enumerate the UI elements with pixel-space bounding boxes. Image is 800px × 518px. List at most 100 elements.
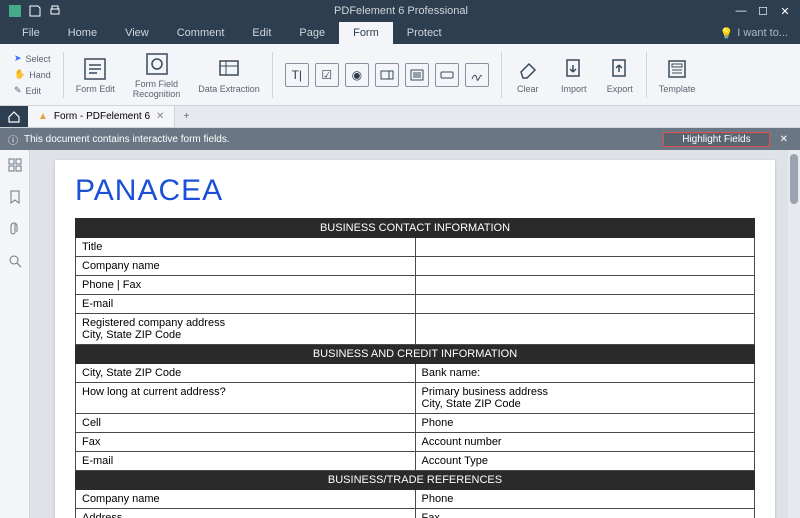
field-label: Title — [76, 238, 416, 257]
bulb-icon: 💡 — [720, 27, 734, 40]
tab-label: Form - PDFelement 6 — [54, 111, 150, 122]
template-button[interactable]: Template — [653, 48, 702, 101]
field-label: Account Type — [415, 452, 755, 471]
button-tool[interactable] — [435, 63, 459, 87]
i-want-to[interactable]: 💡 I want to... — [720, 27, 800, 40]
hand-label: Hand — [29, 70, 51, 80]
data-extraction-button[interactable]: Data Extraction — [192, 48, 266, 101]
vertical-scrollbar[interactable] — [788, 150, 800, 518]
menu-page[interactable]: Page — [285, 22, 339, 44]
form-edit-label: Form Edit — [76, 85, 115, 95]
field-label: Company name — [76, 257, 416, 276]
brand-heading: PANACEA — [75, 174, 755, 208]
edit-tool[interactable]: ✎ Edit — [14, 83, 41, 99]
checkbox-tool[interactable]: ☑ — [315, 63, 339, 87]
app-logo-icon[interactable] — [8, 4, 22, 18]
info-close-button[interactable]: ✕ — [776, 134, 792, 145]
form-field-recognition-button[interactable]: Form Field Recognition — [127, 48, 187, 101]
left-sidebar — [0, 150, 30, 518]
attachments-icon[interactable] — [9, 222, 21, 236]
menu-file[interactable]: File — [8, 22, 54, 44]
separator — [272, 52, 273, 98]
menu-bar: File Home View Comment Edit Page Form Pr… — [0, 22, 800, 44]
section-header: BUSINESS AND CREDIT INFORMATION — [76, 345, 755, 364]
hand-tool[interactable]: ✋ Hand — [14, 67, 51, 83]
field-label: Registered company address City, State Z… — [76, 314, 416, 345]
section-header: BUSINESS CONTACT INFORMATION — [76, 219, 755, 238]
menu-protect[interactable]: Protect — [393, 22, 456, 44]
separator — [63, 52, 64, 98]
signature-tool[interactable] — [465, 63, 489, 87]
app-title: PDFelement 6 Professional — [70, 5, 732, 17]
radio-tool[interactable]: ◉ — [345, 63, 369, 87]
ribbon: ➤ Select ✋ Hand ✎ Edit Form Edit Form Field… — [0, 44, 800, 106]
clear-label: Clear — [517, 85, 539, 95]
combo-tool[interactable] — [375, 63, 399, 87]
select-tools-group: ➤ Select ✋ Hand ✎ Edit — [8, 48, 57, 101]
highlight-fields-button[interactable]: Highlight Fields — [663, 132, 769, 147]
data-extraction-icon — [215, 55, 243, 83]
maximize-button[interactable]: ☐ — [754, 5, 772, 18]
menu-home[interactable]: Home — [54, 22, 111, 44]
field-input[interactable] — [415, 295, 755, 314]
print-icon[interactable] — [48, 4, 62, 18]
close-window-button[interactable]: ✕ — [776, 5, 794, 18]
tab-close-button[interactable]: ✕ — [156, 111, 164, 122]
menu-view[interactable]: View — [111, 22, 163, 44]
field-label: How long at current address? — [76, 383, 416, 414]
tab-strip: ▲ Form - PDFelement 6 ✕ + — [0, 106, 800, 128]
bookmarks-icon[interactable] — [9, 190, 21, 204]
select-label: Select — [26, 54, 51, 64]
field-label: Cell — [76, 414, 416, 433]
export-button[interactable]: Export — [600, 48, 640, 101]
menu-comment[interactable]: Comment — [163, 22, 239, 44]
field-label: City, State ZIP Code — [76, 364, 416, 383]
field-label: Account number — [415, 433, 755, 452]
field-tools-group: T| ☑ ◉ — [279, 48, 495, 101]
save-icon[interactable] — [28, 4, 42, 18]
import-icon — [560, 55, 588, 83]
select-tool[interactable]: ➤ Select — [14, 51, 51, 67]
menu-edit[interactable]: Edit — [238, 22, 285, 44]
minimize-button[interactable]: — — [732, 5, 750, 18]
list-tool[interactable] — [405, 63, 429, 87]
thumbnails-icon[interactable] — [8, 158, 22, 172]
field-label: Primary business address City, State ZIP… — [415, 383, 755, 414]
field-input[interactable] — [415, 314, 755, 345]
form-field-recognition-label: Form Field Recognition — [133, 80, 181, 100]
clear-button[interactable]: Clear — [508, 48, 548, 101]
document-tab[interactable]: ▲ Form - PDFelement 6 ✕ — [28, 106, 175, 127]
home-button[interactable] — [0, 106, 28, 127]
field-input[interactable] — [415, 276, 755, 295]
pencil-icon: ✎ — [14, 85, 22, 96]
document-viewport[interactable]: PANACEA BUSINESS CONTACT INFORMATION Tit… — [30, 150, 800, 518]
info-bar: ⓘ This document contains interactive for… — [0, 128, 800, 150]
data-extraction-label: Data Extraction — [198, 85, 260, 95]
scrollbar-thumb[interactable] — [790, 154, 798, 204]
text-field-tool[interactable]: T| — [285, 63, 309, 87]
export-label: Export — [607, 85, 633, 95]
menu-form[interactable]: Form — [339, 22, 393, 44]
form-table: BUSINESS CONTACT INFORMATION Title Compa… — [75, 218, 755, 518]
separator — [501, 52, 502, 98]
edit-label: Edit — [26, 86, 42, 96]
field-label: E-mail — [76, 295, 416, 314]
i-want-to-label: I want to... — [737, 27, 788, 39]
info-icon: ⓘ — [8, 132, 18, 147]
form-edit-button[interactable]: Form Edit — [70, 48, 121, 101]
search-icon[interactable] — [8, 254, 22, 268]
import-button[interactable]: Import — [554, 48, 594, 101]
separator — [646, 52, 647, 98]
field-label: Bank name: — [415, 364, 755, 383]
cursor-icon: ➤ — [14, 53, 22, 64]
field-label: Phone | Fax — [76, 276, 416, 295]
hand-icon: ✋ — [14, 69, 25, 80]
field-label: Phone — [415, 490, 755, 509]
new-tab-button[interactable]: + — [175, 111, 197, 122]
section-header: BUSINESS/TRADE REFERENCES — [76, 471, 755, 490]
field-label: Phone — [415, 414, 755, 433]
field-input[interactable] — [415, 257, 755, 276]
field-label: Company name — [76, 490, 416, 509]
field-label: Address — [76, 509, 416, 518]
field-input[interactable] — [415, 238, 755, 257]
